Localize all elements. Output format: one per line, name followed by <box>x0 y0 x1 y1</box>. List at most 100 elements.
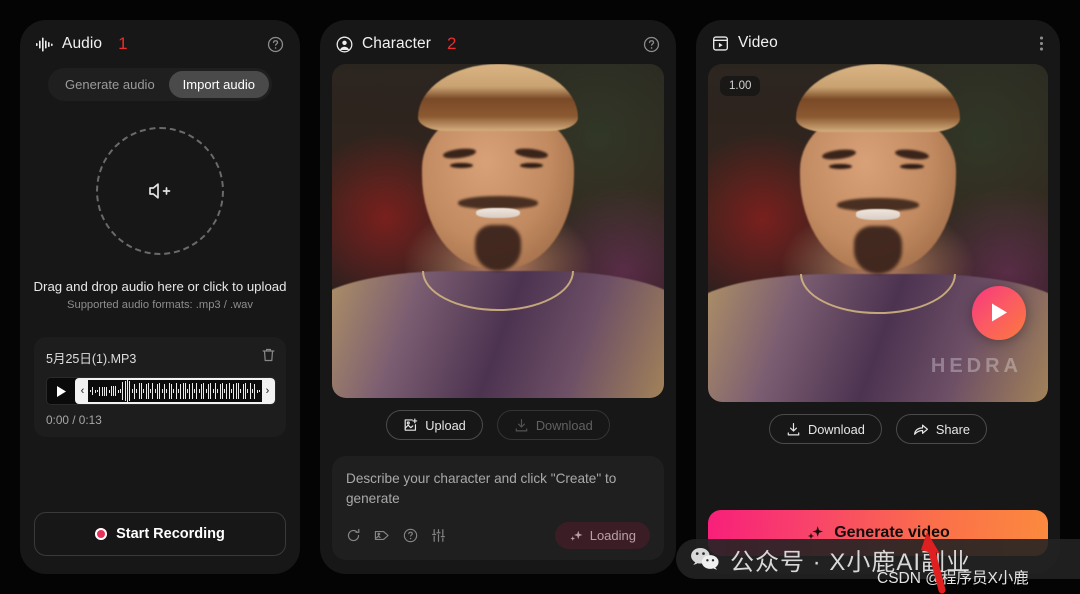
waveform-bar <box>184 383 186 399</box>
waveform-bar <box>108 389 110 393</box>
audio-panel-header: Audio 1 <box>20 20 300 62</box>
video-share-label: Share <box>935 421 971 437</box>
video-frame-icon <box>712 35 729 52</box>
share-arrow-icon <box>913 422 929 437</box>
waveform-bar <box>166 389 168 393</box>
trim-handle-left[interactable]: ‹ <box>77 385 88 397</box>
tag-image-icon[interactable] <box>374 528 390 543</box>
trim-handle-right[interactable]: › <box>262 385 273 397</box>
waveform-bar <box>224 389 226 393</box>
waveform-bar <box>106 386 108 396</box>
download-icon <box>786 422 801 437</box>
character-create-button[interactable]: Loading <box>554 522 650 549</box>
waveform-bar <box>110 386 112 396</box>
waveform-bar <box>99 386 101 396</box>
audio-waveform-row[interactable]: ‹ › <box>46 377 276 405</box>
audio-trim-frame[interactable]: ‹ › <box>75 378 275 404</box>
video-share-button[interactable]: Share <box>895 414 988 444</box>
waveform-bar <box>187 389 189 393</box>
audio-step-number: 1 <box>118 34 128 53</box>
waveform-bar <box>228 383 230 399</box>
help-circle-icon[interactable] <box>403 528 418 543</box>
volume-plus-icon <box>147 180 173 202</box>
play-circle-icon[interactable] <box>972 286 1026 340</box>
sliders-icon[interactable] <box>431 528 446 543</box>
character-prompt-card[interactable]: Describe your character and click "Creat… <box>332 456 664 560</box>
waveform-bar <box>191 383 193 399</box>
waveform-bar <box>152 383 154 399</box>
portrait-hat <box>418 64 578 131</box>
generate-video-label: Generate video <box>834 524 950 541</box>
waveform-bar <box>226 383 228 399</box>
waveform-bar <box>120 389 122 393</box>
character-preview-image[interactable] <box>332 64 664 399</box>
waveform-bar <box>189 383 191 399</box>
waveform-bar <box>124 381 126 401</box>
waveform-bar <box>175 383 177 399</box>
portrait-mouth <box>855 209 901 221</box>
waveform-bar <box>113 386 115 396</box>
waveform-bar <box>117 389 119 393</box>
waveform-bar <box>159 383 161 399</box>
character-prompt-toolbar: Loading <box>346 522 650 549</box>
audio-play-button[interactable] <box>47 378 75 404</box>
waveform-bar <box>101 386 103 396</box>
trash-icon[interactable] <box>261 347 276 368</box>
waveform-bar <box>212 389 214 393</box>
kebab-menu-icon[interactable] <box>1039 35 1044 52</box>
waveform-bar <box>136 389 138 393</box>
help-circle-icon[interactable] <box>643 36 660 53</box>
waveform-bar <box>157 383 159 399</box>
waveform-bar <box>201 383 202 399</box>
waveform-bar <box>177 389 179 393</box>
character-upload-label: Upload <box>425 417 466 433</box>
character-upload-button[interactable]: Upload <box>386 410 483 441</box>
waveform-bar <box>235 383 237 399</box>
tab-import-audio[interactable]: Import audio <box>168 71 269 98</box>
video-duration-badge: 1.00 <box>720 76 761 96</box>
help-circle-icon[interactable] <box>267 36 284 53</box>
audio-dropzone[interactable] <box>96 127 224 255</box>
waveform-bar <box>249 383 251 399</box>
audio-waveform[interactable] <box>88 380 262 402</box>
waveform-bar <box>251 389 253 393</box>
waveform-bar <box>180 383 182 399</box>
waveform-bar <box>258 390 260 392</box>
waveform-bar <box>196 383 198 399</box>
start-recording-button[interactable]: Start Recording <box>34 512 286 556</box>
sparkles-icon <box>806 524 824 542</box>
tab-generate-audio[interactable]: Generate audio <box>51 71 169 98</box>
generate-video-button[interactable]: Generate video <box>708 510 1048 556</box>
user-circle-icon <box>336 36 353 53</box>
character-download-button[interactable]: Download <box>496 410 610 441</box>
video-panel-header: Video <box>696 20 1060 60</box>
character-prompt-placeholder[interactable]: Describe your character and click "Creat… <box>346 469 650 508</box>
audio-mode-tabs: Generate audio Import audio <box>48 68 272 101</box>
start-recording-label: Start Recording <box>116 526 225 542</box>
dropzone-main-text: Drag and drop audio here or click to upl… <box>33 279 287 294</box>
character-panel: Character 2 Upload Download Describe you… <box>320 20 676 574</box>
video-preview[interactable]: 1.00 HEDRA <box>708 64 1048 402</box>
audio-timecode: 0:00 / 0:13 <box>46 413 102 427</box>
waveform-bar <box>244 383 246 399</box>
character-step-number: 2 <box>446 34 457 53</box>
waveform-bar <box>147 383 149 399</box>
waveform-bar <box>247 389 249 393</box>
video-download-button[interactable]: Download <box>768 414 882 444</box>
waveform-bar <box>256 389 258 393</box>
waveform-bar <box>231 389 233 393</box>
character-download-label: Download <box>535 417 593 433</box>
waveform-bar <box>203 383 205 399</box>
image-plus-icon <box>403 418 418 433</box>
refresh-icon[interactable] <box>346 528 361 543</box>
dropzone-sub-text: Supported audio formats: .mp3 / .wav <box>67 299 253 311</box>
video-frame-backdrop <box>708 64 1048 402</box>
waveform-bar <box>238 383 239 399</box>
portrait-backdrop <box>332 64 664 399</box>
app-root: Audio 1 Generate audio Import audio Drag… <box>0 0 1080 594</box>
waveform-bar <box>198 389 200 393</box>
audio-player-top-row: 5月25日(1).MP3 <box>46 347 276 368</box>
waveform-bar <box>122 382 124 400</box>
waveform-bar <box>168 383 170 399</box>
video-download-label: Download <box>807 421 865 437</box>
